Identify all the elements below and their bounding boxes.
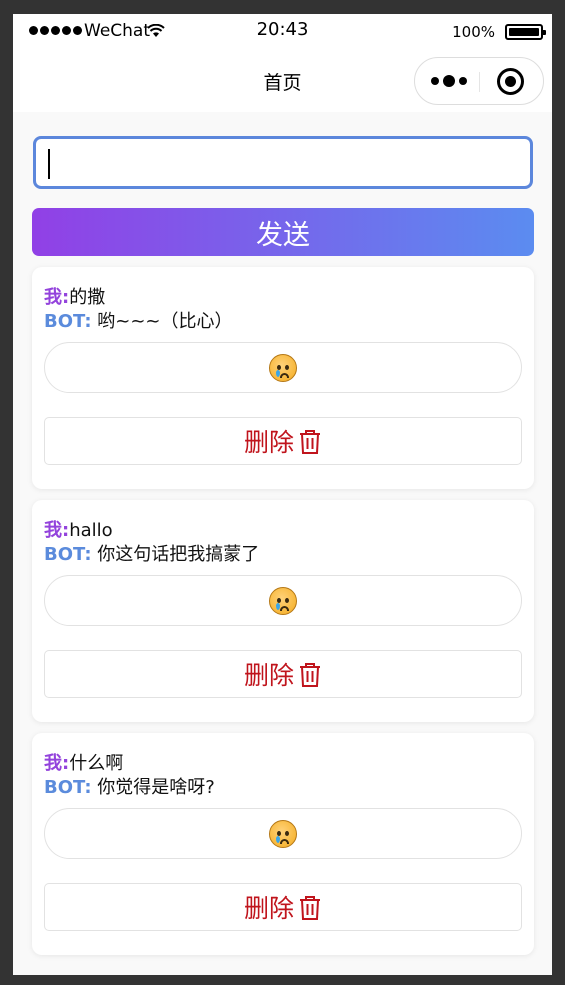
reaction-button[interactable] [44, 808, 522, 859]
user-message: 的撒 [69, 287, 106, 308]
bot-line: BOT: 你觉得是啥呀? [44, 773, 215, 799]
trash-icon [300, 896, 320, 920]
trash-icon [300, 430, 320, 454]
phone-screen: WeChat 20:43 100% 首页 发送 我:的撒 BOT: 哟~~~（比… [13, 14, 552, 975]
delete-label: 删除 [243, 661, 294, 690]
trash-icon [300, 663, 320, 687]
message-list: 我:的撒 BOT: 哟~~~（比心） 删除 我:hallo BOT: 你这句话把… [32, 267, 534, 966]
user-message: hallo [69, 520, 113, 541]
send-button[interactable]: 发送 [32, 208, 534, 256]
user-message: 什么啊 [69, 753, 124, 774]
message-card: 我:hallo BOT: 你这句话把我搞蒙了 删除 [32, 500, 534, 722]
bot-reply: 你这句话把我搞蒙了 [97, 544, 260, 565]
delete-label: 删除 [243, 894, 294, 923]
message-card: 我:的撒 BOT: 哟~~~（比心） 删除 [32, 267, 534, 489]
bot-line: BOT: 你这句话把我搞蒙了 [44, 540, 259, 566]
sad-crying-face-icon [269, 354, 297, 382]
battery-percent: 100% [452, 23, 495, 41]
status-bar: WeChat 20:43 100% [13, 14, 552, 48]
chat-input[interactable] [33, 136, 533, 189]
me-label: 我: [44, 287, 70, 308]
message-card: 我:什么啊 BOT: 你觉得是啥呀? 删除 [32, 733, 534, 955]
close-miniprogram-icon[interactable] [497, 68, 524, 95]
more-options-icon[interactable] [431, 75, 467, 87]
user-line: 我:的撒 [44, 283, 105, 309]
sad-crying-face-icon [269, 587, 297, 615]
bot-reply: 哟~~~（比心） [97, 311, 233, 332]
delete-label: 删除 [243, 428, 294, 457]
user-line: 我:hallo [44, 516, 113, 542]
me-label: 我: [44, 753, 70, 774]
sad-crying-face-icon [269, 820, 297, 848]
bot-label: BOT: [44, 544, 92, 565]
navigation-bar: 首页 [13, 48, 552, 112]
delete-button[interactable]: 删除 [44, 883, 522, 931]
capsule-divider [479, 72, 480, 92]
delete-button[interactable]: 删除 [44, 650, 522, 698]
menu-capsule [414, 57, 544, 105]
text-caret [48, 149, 50, 179]
reaction-button[interactable] [44, 575, 522, 626]
reaction-button[interactable] [44, 342, 522, 393]
bot-label: BOT: [44, 777, 92, 798]
bot-line: BOT: 哟~~~（比心） [44, 307, 233, 333]
battery-icon [505, 24, 546, 40]
bot-label: BOT: [44, 311, 92, 332]
user-line: 我:什么啊 [44, 749, 123, 775]
me-label: 我: [44, 520, 70, 541]
bot-reply: 你觉得是啥呀? [97, 777, 215, 798]
delete-button[interactable]: 删除 [44, 417, 522, 465]
